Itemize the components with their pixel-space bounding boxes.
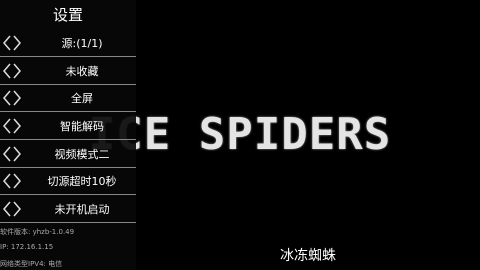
divider [0, 111, 136, 112]
setting-source[interactable]: 源:(1/1) [0, 31, 136, 57]
chevron-left-icon[interactable] [2, 201, 12, 217]
chevron-right-icon[interactable] [12, 63, 22, 79]
ip-address: IP: 172.16.1.15 [0, 243, 54, 251]
divider [0, 167, 136, 168]
video-subtitle: 冰冻蜘蛛 [280, 248, 336, 264]
setting-label: 未开机启动 [54, 203, 110, 216]
setting-favorite[interactable]: 未收藏 [0, 59, 136, 85]
chevron-right-icon[interactable] [12, 118, 22, 134]
chevron-left-icon[interactable] [2, 90, 12, 106]
divider [0, 222, 136, 223]
chevron-left-icon[interactable] [2, 35, 12, 51]
setting-boot-start[interactable]: 未开机启动 [0, 197, 136, 223]
setting-video-mode[interactable]: 视频模式二 [0, 142, 136, 168]
chevron-right-icon[interactable] [12, 173, 22, 189]
chevron-right-icon[interactable] [12, 90, 22, 106]
chevron-right-icon[interactable] [12, 146, 22, 162]
chevron-left-icon[interactable] [2, 173, 12, 189]
chevron-right-icon[interactable] [12, 201, 22, 217]
setting-label: 未收藏 [65, 65, 99, 78]
setting-label: 源:(1/1) [61, 37, 103, 50]
setting-label: 视频模式二 [54, 148, 110, 161]
software-version: 软件版本: yhzb-1.0.49 [0, 228, 75, 236]
setting-source-timeout[interactable]: 切源超时10秒 [0, 169, 136, 195]
setting-label: 智能解码 [60, 120, 104, 133]
divider [0, 56, 136, 57]
chevron-left-icon[interactable] [2, 146, 12, 162]
divider [0, 139, 136, 140]
setting-fullscreen[interactable]: 全屏 [0, 86, 136, 112]
divider [0, 84, 136, 85]
panel-title: 设置 [52, 6, 83, 24]
chevron-left-icon[interactable] [2, 63, 12, 79]
video-player[interactable]: ICE SPIDERS 冰冻蜘蛛 设置 源:(1/1) 未收藏 全屏 智能解码 … [0, 0, 480, 270]
network-type: 网络类型IPV4: 电信 [0, 260, 63, 268]
chevron-right-icon[interactable] [12, 35, 22, 51]
setting-label: 全屏 [71, 92, 93, 105]
divider [0, 194, 136, 195]
settings-panel: 设置 源:(1/1) 未收藏 全屏 智能解码 视频模式二 切源超时10秒 未开机… [0, 0, 136, 270]
chevron-left-icon[interactable] [2, 118, 12, 134]
setting-decoder[interactable]: 智能解码 [0, 114, 136, 140]
setting-label: 切源超时10秒 [47, 175, 117, 188]
